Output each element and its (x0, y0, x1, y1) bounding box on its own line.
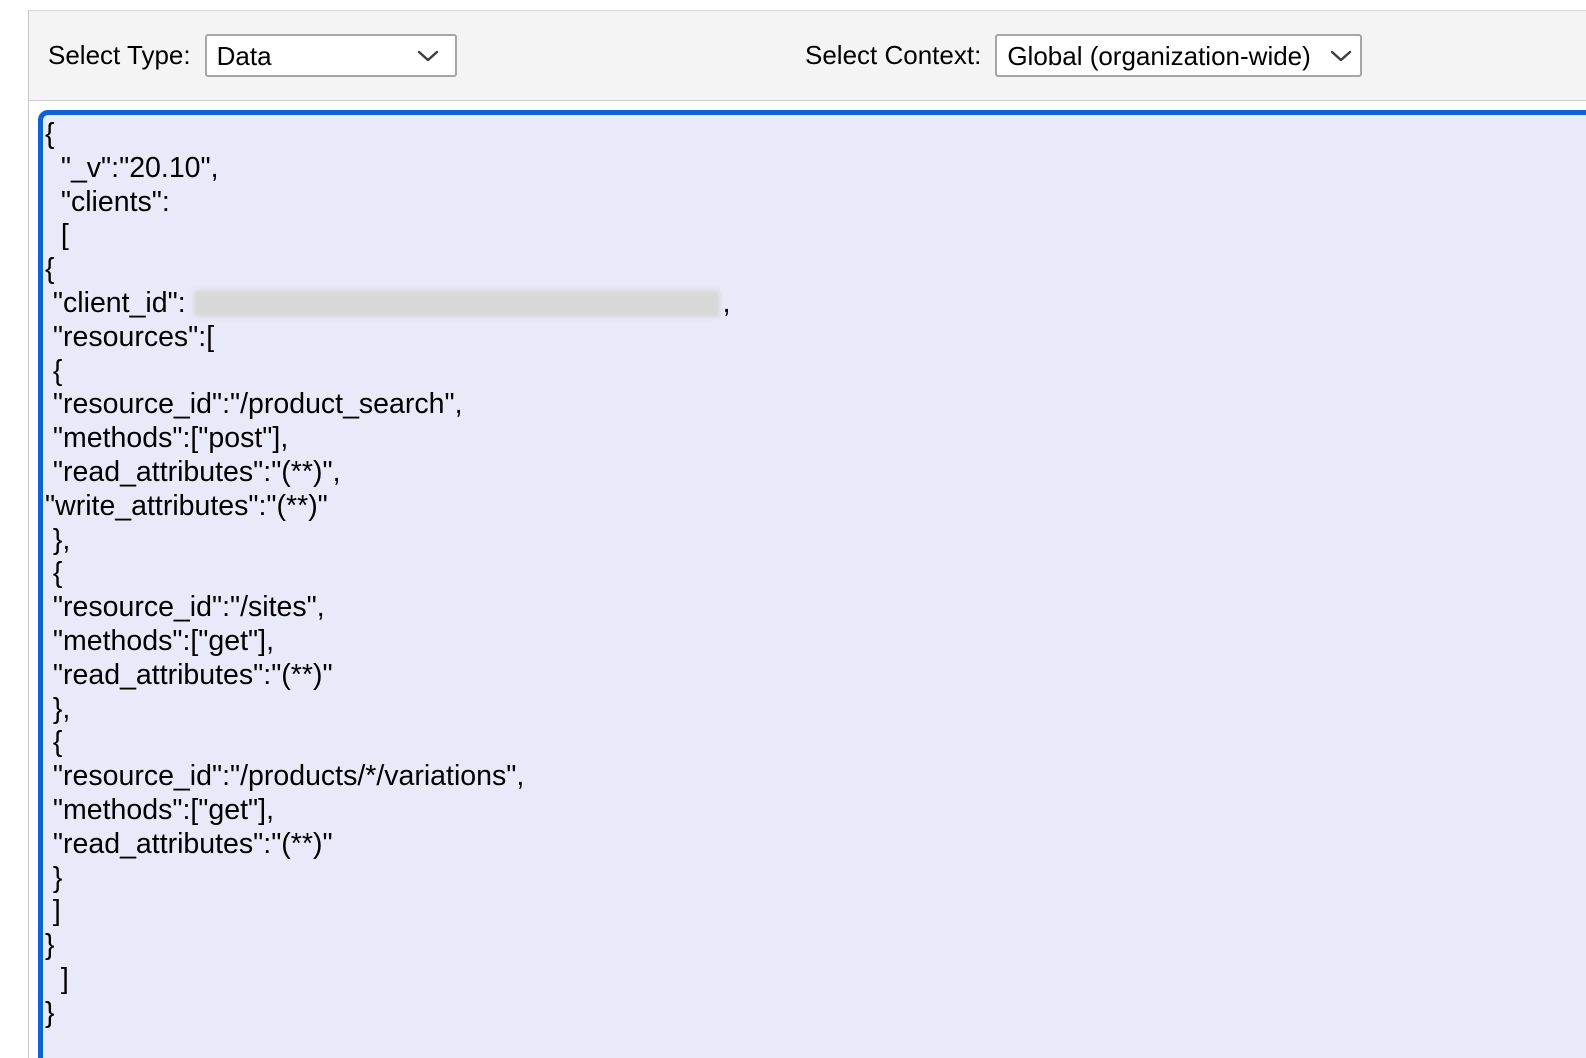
type-select-wrap: Data (205, 34, 457, 77)
code-line: "methods":["get"], (45, 625, 1586, 659)
code-line: ] (45, 963, 1586, 997)
code-line: [ (45, 219, 1586, 253)
code-line: } (45, 929, 1586, 963)
code-line: { (45, 355, 1586, 389)
code-line: ] (45, 895, 1586, 929)
code-line: "write_attributes":"(**)" (45, 490, 1586, 524)
code-text: , (723, 287, 731, 319)
redacted-client-id (194, 290, 720, 317)
code-line: "resource_id":"/product_search", (45, 388, 1586, 422)
code-line: { (45, 253, 1586, 287)
code-line: "read_attributes":"(**)", (45, 456, 1586, 490)
page: Select Type: Data Select Context: Global… (0, 0, 1586, 1058)
json-editor[interactable]: { "_v":"20.10", "clients": [{ "client_id… (38, 110, 1586, 1058)
code-line: } (45, 997, 1586, 1031)
code-line: "methods":["get"], (45, 794, 1586, 828)
code-line: "resource_id":"/products/*/variations", (45, 760, 1586, 794)
code-line: }, (45, 693, 1586, 727)
type-select[interactable]: Data (205, 34, 457, 77)
code-line: "clients": (45, 186, 1586, 220)
code-line: "_v":"20.10", (45, 152, 1586, 186)
select-context-label: Select Context: (805, 40, 981, 71)
code-line: "read_attributes":"(**)" (45, 659, 1586, 693)
context-field-group: Select Context: Global (organization-wid… (805, 11, 1362, 100)
code-text: "client_id": (45, 287, 194, 319)
json-code: { "_v":"20.10", "clients": [{ "client_id… (43, 115, 1586, 1031)
code-line: "methods":["post"], (45, 422, 1586, 456)
code-line: { (45, 557, 1586, 591)
code-line: "resources":[ (45, 321, 1586, 355)
context-select-wrap: Global (organization-wide) (995, 34, 1362, 77)
select-type-label: Select Type: (48, 40, 191, 71)
code-line: { (45, 726, 1586, 760)
code-line: }, (45, 524, 1586, 558)
context-select[interactable]: Global (organization-wide) (995, 34, 1362, 77)
type-field-group: Select Type: Data (48, 11, 457, 100)
code-line: "read_attributes":"(**)" (45, 828, 1586, 862)
code-line: "client_id": , (45, 287, 1586, 321)
toolbar: Select Type: Data Select Context: Global… (29, 11, 1586, 101)
ocapi-settings-panel: Select Type: Data Select Context: Global… (28, 10, 1586, 1058)
code-line: } (45, 862, 1586, 896)
code-line: "resource_id":"/sites", (45, 591, 1586, 625)
code-line: { (45, 118, 1586, 152)
